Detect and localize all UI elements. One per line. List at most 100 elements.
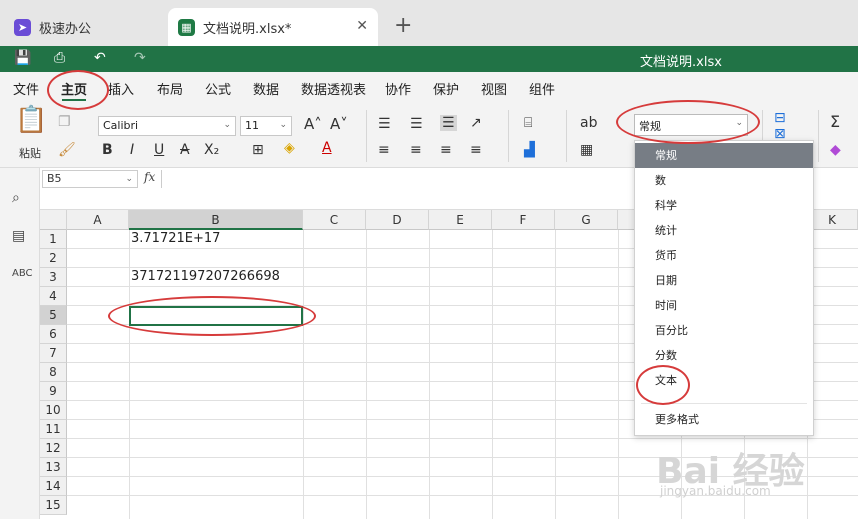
row-header[interactable]: 13 [40,458,67,477]
format-option-number[interactable]: 数 [635,168,813,193]
tab-document[interactable]: ▦ 文档说明.xlsx* ✕ [168,8,378,46]
menu-bar: 文件 主页 插入 布局 公式 数据 数据透视表 协作 保护 视图 组件 [0,72,858,102]
row-header[interactable]: 12 [40,439,67,458]
menu-layout[interactable]: 布局 [157,79,183,98]
close-tab-icon[interactable]: ✕ [356,18,368,34]
align-right-icon[interactable]: ≡ [440,142,452,158]
redo-icon[interactable]: ↷ [134,50,146,66]
row-header[interactable]: 1 [40,230,67,249]
menu-protect[interactable]: 保护 [433,79,459,98]
app-logo-icon: ➤ [14,18,31,36]
font-name-combo[interactable]: Calibri ⌄ [98,116,236,136]
menu-components[interactable]: 组件 [529,79,555,98]
column-header[interactable]: E [429,210,492,230]
subscript-button[interactable]: X₂ [204,142,219,158]
column-header[interactable]: D [366,210,429,230]
italic-button[interactable]: I [130,142,134,158]
format-option-date[interactable]: 日期 [635,268,813,293]
format-option-currency[interactable]: 货币 [635,243,813,268]
comments-icon[interactable]: ▤ [12,228,25,244]
format-option-general[interactable]: 常规 [635,143,813,168]
grow-font-button[interactable]: A˄ [304,116,322,132]
format-option-time[interactable]: 时间 [635,293,813,318]
orientation-icon[interactable]: ↗ [470,115,482,131]
format-option-percentage[interactable]: 百分比 [635,318,813,343]
row-header[interactable]: 6 [40,325,67,344]
column-header[interactable]: K [807,210,858,230]
column-header[interactable]: C [303,210,366,230]
row-header[interactable]: 9 [40,382,67,401]
cell-b3[interactable]: 371721197207266698 [131,269,280,284]
tab-label: 极速办公 [39,21,92,37]
bold-button[interactable]: B [102,142,113,158]
save-icon[interactable]: 💾 [14,50,31,66]
merge-cells-icon[interactable]: ▟ [524,142,535,158]
tab-jisu-office[interactable]: ➤ 极速办公 [0,8,162,46]
new-tab-button[interactable]: + [394,13,412,38]
annotation-oval-home [47,70,109,110]
menu-data[interactable]: 数据 [253,79,279,98]
autosum-button[interactable]: Σ [830,114,840,130]
chevron-down-icon: ⌄ [125,174,133,184]
menu-file[interactable]: 文件 [13,79,39,98]
annotation-oval-text-option [636,365,690,405]
print-icon[interactable]: ⎙ [54,50,65,66]
spellcheck-icon[interactable]: ABC [12,268,33,279]
annotation-oval-cell-b5 [108,296,316,336]
table-icon[interactable]: ▦ [580,142,593,158]
column-header[interactable]: F [492,210,555,230]
row-header[interactable]: 15 [40,496,67,515]
more-formats-option[interactable]: 更多格式 [635,407,813,432]
row-header[interactable]: 7 [40,344,67,363]
format-option-accounting[interactable]: 统计 [635,218,813,243]
strikethrough-button[interactable]: A [180,142,190,158]
copy-icon[interactable]: ❐ [58,114,71,130]
menu-collaborate[interactable]: 协作 [385,79,411,98]
menu-insert[interactable]: 插入 [108,79,134,98]
select-all-corner[interactable] [40,210,67,230]
format-painter-icon[interactable]: 🖌 [58,142,76,158]
align-top-icon[interactable]: ☰ [378,116,391,132]
row-header[interactable]: 14 [40,477,67,496]
align-center-icon[interactable]: ≡ [410,142,422,158]
shrink-font-button[interactable]: A˅ [330,116,348,132]
align-left-icon[interactable]: ≡ [378,142,390,158]
column-header-selected[interactable]: B [129,210,303,230]
name-box-value: B5 [47,172,62,185]
cell-b1[interactable]: 3.71721E+17 [131,231,220,246]
row-header[interactable]: 2 [40,249,67,268]
font-size-combo[interactable]: 11 ⌄ [240,116,292,136]
align-bottom-icon[interactable]: ☰ [440,115,457,131]
menu-formula[interactable]: 公式 [205,79,231,98]
separator [566,110,567,162]
align-middle-icon[interactable]: ☰ [410,116,423,132]
insert-function-button[interactable]: fx [142,170,162,188]
insert-function-icon[interactable]: ab [580,115,597,131]
format-option-scientific[interactable]: 科学 [635,193,813,218]
search-icon[interactable]: ⌕ [12,190,20,206]
row-header[interactable]: 3 [40,268,67,287]
menu-pivot-table[interactable]: 数据透视表 [301,79,366,98]
justify-icon[interactable]: ≡ [470,142,482,158]
row-header-selected[interactable]: 5 [40,306,67,325]
font-color-icon[interactable]: A [322,140,332,156]
row-header[interactable]: 8 [40,363,67,382]
paste-label[interactable]: 粘贴 [19,146,41,162]
underline-button[interactable]: U [154,142,164,158]
row-header[interactable]: 10 [40,401,67,420]
watermark-url: jingyan.baidu.com [660,484,771,498]
wrap-text-icon[interactable]: ⌸ [524,115,532,131]
menu-view[interactable]: 视图 [481,79,507,98]
column-header[interactable]: G [555,210,618,230]
row-header[interactable]: 4 [40,287,67,306]
document-title: 文档说明.xlsx [640,55,722,70]
borders-icon[interactable]: ⊞ [252,142,264,158]
paste-icon[interactable]: 📋 [15,107,47,133]
undo-icon[interactable]: ↶ [94,50,106,66]
column-header[interactable]: A [67,210,129,230]
clear-icon[interactable]: ◆ [830,142,841,158]
insert-cells-icon[interactable]: ⊟ [774,110,786,126]
name-box[interactable]: B5 ⌄ [42,170,138,188]
fill-color-icon[interactable]: ◈ [284,140,295,156]
row-header[interactable]: 11 [40,420,67,439]
